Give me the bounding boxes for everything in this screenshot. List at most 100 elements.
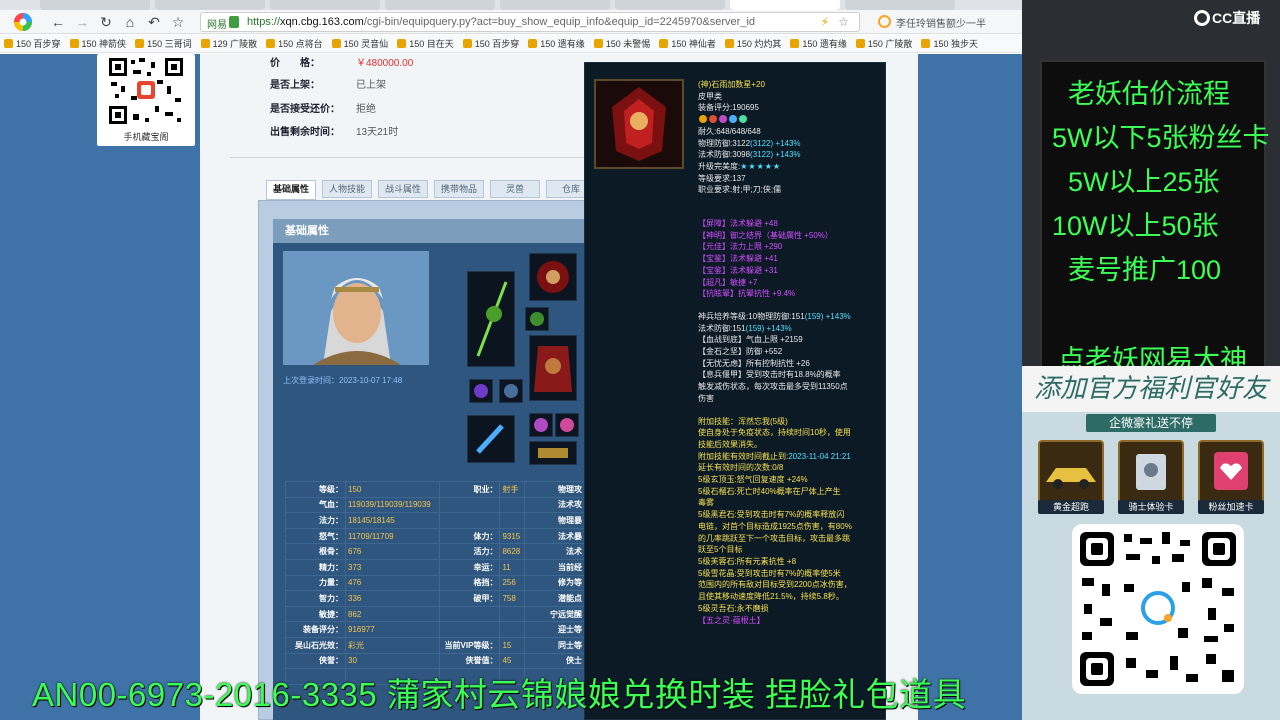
- bookmark-item[interactable]: 150 未警惕: [590, 35, 656, 52]
- stream-sidebar: CC直播 老妖估价流程 5W以下5张粉丝卡 5W以上25张 10W以上50张 麦…: [1022, 0, 1280, 720]
- tab-carried-items[interactable]: 携带物品: [434, 180, 484, 198]
- character-stats-table: 等级： 150 职业： 射手 物理攻 气血： 119039/119039/119039 法术攻…: [285, 481, 585, 685]
- stat-label: 精力：: [285, 558, 346, 576]
- weapon-slot[interactable]: [467, 271, 515, 367]
- bookmark-item[interactable]: 150 点将台: [262, 35, 328, 52]
- url-text[interactable]: https://xqn.cbg.163.com/cgi-bin/equipque…: [247, 16, 755, 28]
- tab-character-skills[interactable]: 人物技能: [322, 180, 372, 198]
- promo-subtitle: 企微豪礼送不停: [1086, 414, 1216, 432]
- browser-logo-icon[interactable]: [8, 11, 38, 33]
- bookmark-item[interactable]: 150 灵音仙: [328, 35, 394, 52]
- reload-icon[interactable]: ↻: [96, 12, 116, 32]
- stats-row: 智力： 336 破甲： 758 潜能点: [285, 590, 585, 607]
- forward-button[interactable]: →: [72, 12, 92, 32]
- ring-slot-4[interactable]: [555, 413, 579, 437]
- bookmark-item[interactable]: 150 百步穿: [0, 35, 66, 52]
- white-attribute-line: 【血战到底】气血上限 +2159: [698, 335, 803, 345]
- browser-tab[interactable]: [40, 0, 150, 10]
- bookmark-item[interactable]: 150 遗有缘: [786, 35, 852, 52]
- remaining-row: 出售剩余时间： 13天21时: [270, 123, 398, 138]
- home-icon[interactable]: ⌂: [120, 12, 140, 32]
- helmet-slot[interactable]: [529, 253, 577, 301]
- gauntlet-slot[interactable]: [467, 415, 515, 463]
- gem-attribute-line: 跃至5个目标: [698, 545, 743, 555]
- bookmark-item[interactable]: 150 遗有缘: [524, 35, 590, 52]
- cc-logo-text: CC直播: [1212, 10, 1261, 26]
- skill-extend: 延长有效时间的次数:0/8: [698, 463, 784, 473]
- browser-tab[interactable]: [155, 0, 265, 10]
- stat-value: [499, 512, 525, 529]
- stats-row: 法力： 18145/18145 物理暴: [285, 512, 585, 529]
- rune-a-base: (159): [804, 311, 824, 321]
- armor-slot[interactable]: [529, 335, 577, 401]
- stat-value: 30: [344, 652, 441, 670]
- tab-basic-attributes[interactable]: 基础属性: [266, 180, 316, 200]
- rune-line-a: 神兵培养等级:10物理防御:151(159) +143%: [698, 311, 884, 323]
- ring-slot-2[interactable]: [499, 379, 523, 403]
- stat-label: 物理攻: [524, 481, 585, 498]
- bookmark-item[interactable]: 150 独步天: [917, 35, 983, 52]
- browser-tab-active[interactable]: [730, 0, 840, 10]
- stat-value: 676: [344, 543, 441, 560]
- bookmark-item[interactable]: 129 广陵散: [197, 35, 263, 52]
- bookmark-item[interactable]: 150 神箭侠: [66, 35, 132, 52]
- board-line-3: 5W以上25张: [1068, 167, 1220, 197]
- stat-value: [499, 496, 525, 514]
- search-engine-icon: [878, 15, 891, 28]
- mag-def-plus: +143%: [775, 150, 801, 160]
- mag-def: 法术防御:3098: [698, 150, 751, 160]
- address-bar[interactable]: 网易 https://xqn.cbg.163.com/cgi-bin/equip…: [200, 12, 860, 32]
- browser-tab[interactable]: [615, 0, 725, 10]
- stat-label: [439, 496, 501, 514]
- bookmark-favicon-icon: [462, 39, 472, 48]
- stat-label: 迎士等: [524, 621, 585, 638]
- back-button[interactable]: ←: [48, 12, 68, 32]
- browser-tab[interactable]: [500, 0, 610, 10]
- white-attribute-line: 【无忧无虑】所有控制抗性 +26: [698, 358, 810, 368]
- tab-spirit-beasts[interactable]: 灵兽: [490, 180, 540, 198]
- bookmark-item[interactable]: 150 目在天: [393, 35, 459, 52]
- ring-slot-3[interactable]: [529, 413, 553, 437]
- bookmark-item[interactable]: 150 神仙者: [655, 35, 721, 52]
- stat-value: 336: [344, 590, 441, 607]
- listed-row: 是否上架： 已上架: [270, 76, 386, 91]
- accessory-slot[interactable]: [525, 307, 549, 331]
- purple-attribute-line: 【元佳】法力上限 +290: [698, 242, 783, 252]
- cc-live-logo: CC直播: [1194, 8, 1260, 28]
- belt-slot[interactable]: [529, 441, 577, 465]
- equip-type: 皮甲类: [698, 91, 722, 101]
- browser-tab[interactable]: [845, 0, 955, 10]
- search-box[interactable]: 李任玲销售额少一半: [876, 12, 1020, 32]
- lightning-icon[interactable]: ⚡: [821, 15, 829, 29]
- stats-row: 气血： 119039/119039/119039 法术攻: [285, 496, 585, 514]
- promo-qr-code[interactable]: [1072, 524, 1244, 694]
- stat-label: 当前VIP等级：: [439, 636, 501, 654]
- bookmark-favicon-icon: [266, 39, 276, 48]
- undo-icon[interactable]: ↶: [144, 12, 164, 32]
- browser-toolbar: ← → ↻ ⌂ ↶ ☆ 网易 https://xqn.cbg.163.com/c…: [0, 10, 1022, 34]
- security-shield-icon[interactable]: [229, 16, 239, 28]
- level-requirement: 等级要求:137: [698, 173, 746, 183]
- stat-value: 256: [499, 574, 525, 592]
- bookmark-item[interactable]: 150 广陵散: [852, 35, 918, 52]
- set-name: 【五之灵·蕴根土】: [698, 615, 765, 625]
- browser-tab[interactable]: [385, 0, 495, 10]
- bookmark-item[interactable]: 150 三哥词: [131, 35, 197, 52]
- gift-label-2: 骑士体验卡: [1118, 500, 1184, 514]
- price-value: ￥480000.00: [356, 58, 414, 69]
- stat-label: 侠誉值：: [439, 652, 501, 670]
- tab-battle-attributes[interactable]: 战斗属性: [378, 180, 428, 198]
- bookmark-item[interactable]: 150 百步穿: [459, 35, 525, 52]
- url-scheme: https://: [247, 16, 281, 28]
- gem-attributes: 5级玄顶玉:怒气回复速度 +24% 5级石榴石:死亡时40%概率在尸体上产生 毒雾 5…: [698, 474, 884, 614]
- mobile-qr-card[interactable]: 手机藏宝阁: [97, 54, 195, 146]
- favorite-star-icon[interactable]: ☆: [168, 12, 188, 32]
- bookmark-item[interactable]: 150 灼灼其: [721, 35, 787, 52]
- browser-tab[interactable]: [270, 0, 380, 10]
- ring-slot-1[interactable]: [469, 379, 493, 403]
- gem-attribute-line: 电链，对首个目标造成1925点伤害，有80%: [698, 521, 852, 531]
- bookmark-label: 150 遗有缘: [802, 39, 847, 49]
- bookmark-star-icon[interactable]: ☆: [838, 15, 849, 29]
- stats-row: 侠誉： 30 侠誉值： 45 侠士: [285, 652, 585, 670]
- equip-name: (神)石雨加数星+20: [698, 80, 765, 89]
